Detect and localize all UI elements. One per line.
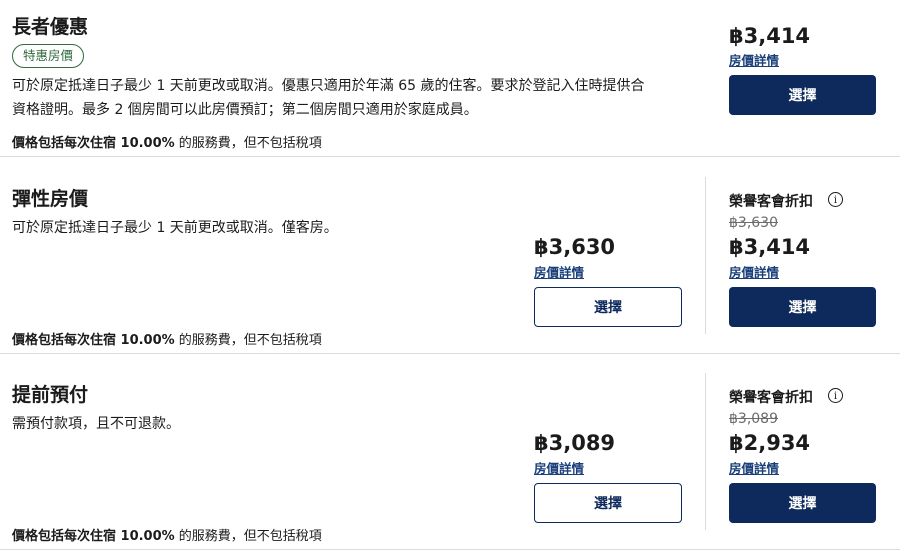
member-select-button[interactable]: 選擇 [729,483,876,523]
divider [0,353,900,354]
original-price: ฿3,630 [729,215,778,231]
vertical-divider [705,177,706,334]
divider [0,156,900,157]
rate-details-link[interactable]: 房價詳情 [534,262,584,281]
info-icon[interactable]: i [828,388,843,403]
special-rate-badge: 特惠房價 [12,44,85,68]
rate-details-link[interactable]: 房價詳情 [534,458,584,477]
rate-price: ฿3,414 [729,24,811,48]
service-fee-note: 價格包括每次住宿 10.00% 的服務費，但不包括稅項 [12,529,322,544]
rate-price: ฿3,630 [534,235,616,259]
info-icon[interactable]: i [828,192,843,207]
member-price: ฿3,414 [729,235,811,259]
member-select-button[interactable]: 選擇 [729,287,876,327]
vertical-divider [705,373,706,530]
service-fee-note: 價格包括每次住宿 10.00% 的服務費，但不包括稅項 [12,136,322,151]
rate-title: 提前預付 [12,384,89,406]
member-discount-label: 榮譽客會折扣 [729,194,813,210]
service-fee-note: 價格包括每次住宿 10.00% 的服務費，但不包括稅項 [12,333,322,348]
select-button[interactable]: 選擇 [729,75,876,115]
member-rate-details-link[interactable]: 房價詳情 [729,458,779,477]
rate-title: 彈性房價 [12,188,89,210]
rate-title: 長者優惠 [12,16,89,38]
original-price: ฿3,089 [729,411,778,427]
select-button[interactable]: 選擇 [534,287,682,327]
select-button[interactable]: 選擇 [534,483,682,523]
member-rate-details-link[interactable]: 房價詳情 [729,262,779,281]
rate-details-link[interactable]: 房價詳情 [729,50,779,69]
rate-description: 可於原定抵達日子最少 1 天前更改或取消。優惠只適用於年滿 65 歲的住客。要求… [12,78,645,118]
member-price: ฿2,934 [729,431,811,455]
rate-price: ฿3,089 [534,431,616,455]
member-discount-label: 榮譽客會折扣 [729,390,813,406]
